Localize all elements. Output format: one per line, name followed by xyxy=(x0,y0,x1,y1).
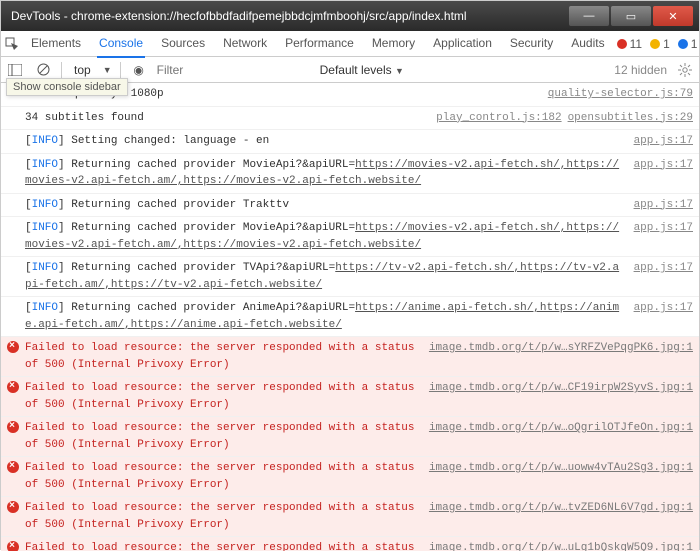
console-row: Failed to load resource: the server resp… xyxy=(1,537,699,551)
error-badge[interactable]: 11 xyxy=(617,37,642,51)
log-levels-selector[interactable]: Default levels ▼ xyxy=(320,63,404,77)
hidden-count[interactable]: 12 hidden xyxy=(614,63,667,77)
filter-input[interactable] xyxy=(157,63,312,77)
source-link[interactable]: app.js:17 xyxy=(628,133,693,150)
log-message: Failed to load resource: the server resp… xyxy=(25,380,423,413)
window-close-button[interactable]: ✕ xyxy=(653,6,693,26)
chevron-down-icon: ▼ xyxy=(103,65,112,75)
log-message: [INFO] Setting changed: language - en xyxy=(25,133,628,150)
error-icon xyxy=(7,421,19,433)
log-link[interactable]: https://movies-v2.api-fetch.sh/,https://… xyxy=(25,222,619,251)
log-message: Failed to load resource: the server resp… xyxy=(25,540,423,551)
inspect-element-icon[interactable] xyxy=(5,33,19,55)
devtools-tabstrip: Elements Console Sources Network Performance… xyxy=(1,31,699,57)
source-link[interactable]: app.js:17 xyxy=(628,197,693,214)
source-link[interactable]: image.tmdb.org/t/p/w…CF19irpW2SyvS.jpg:1 xyxy=(423,380,693,413)
tab-security[interactable]: Security xyxy=(508,30,555,58)
tab-sources[interactable]: Sources xyxy=(159,30,207,58)
error-icon xyxy=(7,381,19,393)
tab-performance[interactable]: Performance xyxy=(283,30,356,58)
log-message: [INFO] Returning cached provider MovieAp… xyxy=(25,157,628,190)
source-link[interactable]: opensubtitles.js:29 xyxy=(562,110,693,127)
log-message: Failed to load resource: the server resp… xyxy=(25,340,423,373)
console-output[interactable]: Select quality: 1080pquality-selector.js… xyxy=(1,83,699,551)
window-buttons: — ▭ ✕ xyxy=(569,6,693,26)
log-message: Failed to load resource: the server resp… xyxy=(25,500,423,533)
window-maximize-button[interactable]: ▭ xyxy=(611,6,651,26)
tab-audits[interactable]: Audits xyxy=(569,30,606,58)
source-link[interactable]: image.tmdb.org/t/p/w…uLg1bQskgW5Q9.jpg:1 xyxy=(423,540,693,551)
sidebar-tooltip: Show console sidebar xyxy=(6,78,128,96)
log-message: [INFO] Returning cached provider TVApi?&… xyxy=(25,260,628,293)
source-link[interactable]: image.tmdb.org/t/p/w…tvZED6NL6V7gd.jpg:1 xyxy=(423,500,693,533)
tab-console[interactable]: Console xyxy=(97,30,145,58)
info-badge[interactable]: 1 xyxy=(678,37,698,51)
console-row: [INFO] Returning cached provider Trakttv… xyxy=(1,194,699,218)
clear-console-icon[interactable] xyxy=(33,60,53,80)
source-link[interactable]: image.tmdb.org/t/p/w…uoww4vTAu2Sg3.jpg:1 xyxy=(423,460,693,493)
console-row: 34 subtitles foundplay_control.js:182ope… xyxy=(1,107,699,131)
tab-elements[interactable]: Elements xyxy=(29,30,83,58)
source-link[interactable]: image.tmdb.org/t/p/w…sYRFZVePqgPK6.jpg:1 xyxy=(423,340,693,373)
console-row: [INFO] Returning cached provider MovieAp… xyxy=(1,154,699,194)
log-message: [INFO] Returning cached provider AnimeAp… xyxy=(25,300,628,333)
settings-gear-icon[interactable] xyxy=(675,60,695,80)
log-message: 34 subtitles found xyxy=(25,110,430,127)
error-icon xyxy=(7,341,19,353)
source-link[interactable]: image.tmdb.org/t/p/w…oQgrilOTJfeOn.jpg:1 xyxy=(423,420,693,453)
window-title: DevTools - chrome-extension://hecfofbbdf… xyxy=(7,9,569,23)
console-row: [INFO] Returning cached provider TVApi?&… xyxy=(1,257,699,297)
source-link[interactable]: app.js:17 xyxy=(628,300,693,333)
log-link[interactable]: https://movies-v2.api-fetch.sh/,https://… xyxy=(25,159,619,188)
console-row: Failed to load resource: the server resp… xyxy=(1,497,699,537)
toggle-sidebar-icon[interactable] xyxy=(5,60,25,80)
source-link[interactable]: app.js:17 xyxy=(628,157,693,190)
console-row: Failed to load resource: the server resp… xyxy=(1,457,699,497)
log-link[interactable]: https://tv-v2.api-fetch.sh/,https://tv-v… xyxy=(25,262,619,291)
source-link[interactable]: app.js:17 xyxy=(628,220,693,253)
console-row: [INFO] Returning cached provider AnimeAp… xyxy=(1,297,699,337)
window-minimize-button[interactable]: — xyxy=(569,6,609,26)
window-titlebar: DevTools - chrome-extension://hecfofbbdf… xyxy=(1,1,699,31)
tab-memory[interactable]: Memory xyxy=(370,30,417,58)
source-link[interactable]: app.js:17 xyxy=(628,260,693,293)
tab-application[interactable]: Application xyxy=(431,30,494,58)
log-link[interactable]: https://anime.api-fetch.sh/,https://anim… xyxy=(25,302,619,331)
context-selector[interactable]: top xyxy=(70,63,95,77)
tab-network[interactable]: Network xyxy=(221,30,269,58)
live-expression-icon[interactable]: ◉ xyxy=(129,60,149,80)
badge-area: 11 1 1 xyxy=(617,37,700,51)
console-row: Failed to load resource: the server resp… xyxy=(1,337,699,377)
source-link[interactable]: play_control.js:182 xyxy=(430,110,561,127)
source-link[interactable]: quality-selector.js:79 xyxy=(542,86,693,103)
warning-badge[interactable]: 1 xyxy=(650,37,670,51)
error-icon xyxy=(7,501,19,513)
console-row: [INFO] Returning cached provider MovieAp… xyxy=(1,217,699,257)
log-message: [INFO] Returning cached provider MovieAp… xyxy=(25,220,628,253)
log-message: [INFO] Returning cached provider Trakttv xyxy=(25,197,628,214)
log-message: Failed to load resource: the server resp… xyxy=(25,420,423,453)
console-row: Failed to load resource: the server resp… xyxy=(1,377,699,417)
console-row: Failed to load resource: the server resp… xyxy=(1,417,699,457)
console-row: [INFO] Setting changed: language - enapp… xyxy=(1,130,699,154)
error-icon xyxy=(7,461,19,473)
log-message: Failed to load resource: the server resp… xyxy=(25,460,423,493)
